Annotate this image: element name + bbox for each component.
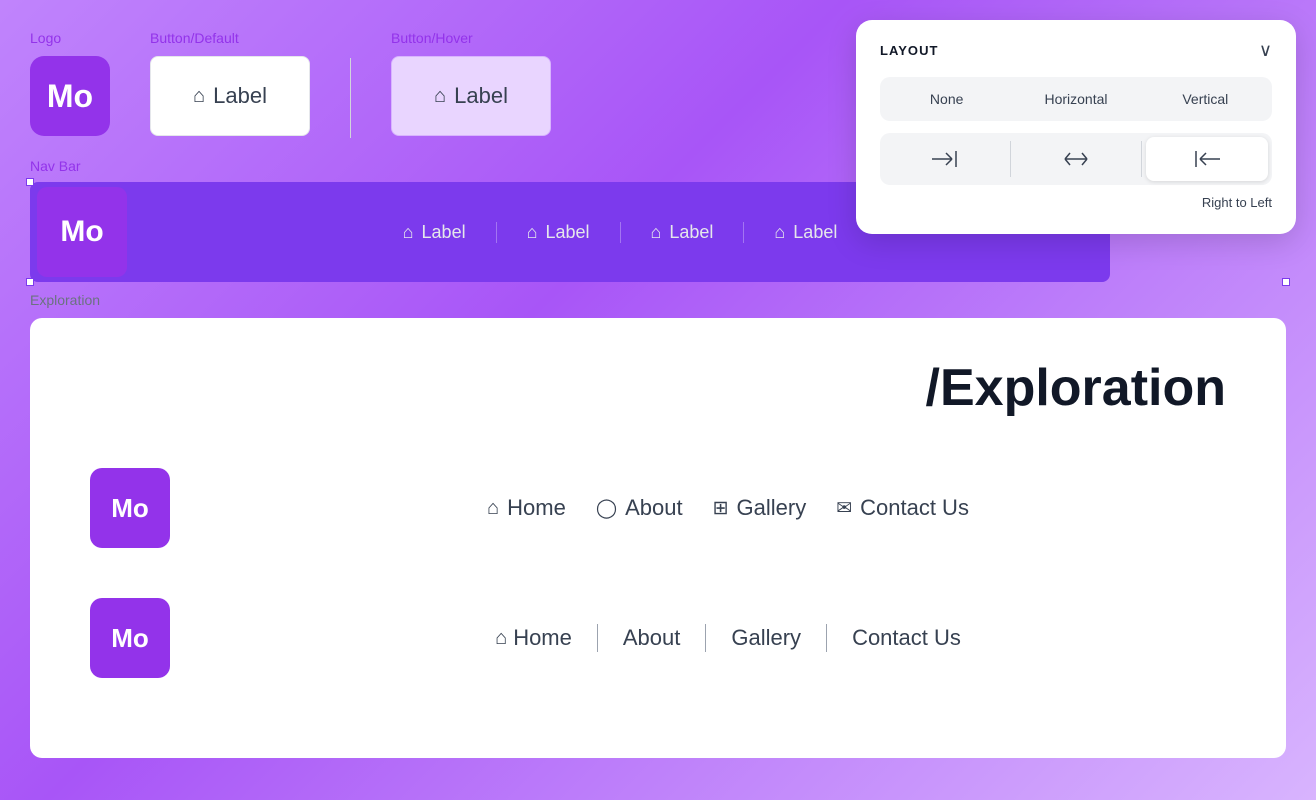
navbar-item-2[interactable]: ⌂ Label [497,222,621,243]
logo-component: Logo Mo [30,30,110,136]
panel-title: LAYOUT [880,43,939,58]
navbar-item-4[interactable]: ⌂ Label [744,222,867,243]
nav-row-2: Mo ⌂ Home About Gallery [90,588,1226,688]
exploration-card: /Exploration Mo ⌂ Home ◯ About ⊞ [30,318,1286,758]
button-default-label: Button/Default [150,30,239,46]
layout-options: None Horizontal Vertical [880,77,1272,121]
collapse-icon[interactable]: ∨ [1259,40,1272,61]
button-default[interactable]: ⌂ Label [150,56,310,136]
layout-panel: LAYOUT ∨ None Horizontal Vertical [856,20,1296,234]
nav-row2-contact[interactable]: Contact Us [827,625,986,651]
direction-right-to-left[interactable] [1146,137,1268,181]
nav-row2-gallery[interactable]: Gallery [706,625,826,651]
direction-separator-2 [1141,141,1142,177]
nav-row2-contact-label: Contact Us [852,625,961,651]
button-default-component: Button/Default ⌂ Label [150,30,310,136]
nav-row1-logo: Mo [90,468,170,548]
navbar-item-1-label: Label [422,222,466,243]
nav-row1-about-label: About [625,495,683,521]
user-icon-r1: ◯ [596,497,617,520]
panel-header: LAYOUT ∨ [880,40,1272,61]
navbar-item-2-label: Label [545,222,589,243]
gallery-icon-r1: ⊞ [713,497,729,520]
navbar-logo: Mo [37,187,127,277]
home-icon-r2: ⌂ [495,627,507,650]
mail-icon-r1: ✉ [836,497,852,520]
logo-box: Mo [30,56,110,136]
exploration-section: Exploration /Exploration Mo ⌂ Home ◯ Abo… [30,292,1286,758]
button-hover-icon: ⌂ [434,85,446,108]
direction-options [880,133,1272,185]
home-icon-4: ⌂ [774,222,785,243]
layout-option-horizontal[interactable]: Horizontal [1013,81,1138,117]
home-icon-r1: ⌂ [487,497,499,520]
nav-row1-home-label: Home [507,495,566,521]
button-hover[interactable]: ⌂ Label [391,56,551,136]
vertical-divider [350,58,351,138]
direction-separator-1 [1010,141,1011,177]
nav-row2-home[interactable]: ⌂ Home [470,625,597,651]
nav-row1-logo-text: Mo [111,493,149,524]
nav-row1-items: ⌂ Home ◯ About ⊞ Gallery ✉ Contact Us [230,495,1226,521]
nav-row2-logo: Mo [90,598,170,678]
home-icon-3: ⌂ [651,222,662,243]
navbar-item-4-label: Label [793,222,837,243]
layout-option-none[interactable]: None [884,81,1009,117]
navbar-item-3-label: Label [669,222,713,243]
nav-row2-home-label: Home [513,625,572,651]
nav-row1-contact-label: Contact Us [860,495,969,521]
nav-row1-about[interactable]: ◯ About [596,495,683,521]
exploration-title: /Exploration [90,358,1226,418]
nav-row1-gallery-label: Gallery [737,495,807,521]
nav-row1-contact[interactable]: ✉ Contact Us [836,495,969,521]
button-default-text: Label [213,83,267,109]
home-icon-2: ⌂ [527,222,538,243]
button-default-icon: ⌂ [193,85,205,108]
home-icon: ⌂ [403,222,414,243]
nav-row2-about-label: About [623,625,681,651]
nav-row1-home[interactable]: ⌂ Home [487,495,566,521]
button-hover-label: Button/Hover [391,30,473,46]
button-hover-component: Button/Hover ⌂ Label [391,30,551,136]
exploration-section-label: Exploration [30,292,1286,308]
button-hover-text: Label [454,83,508,109]
navbar-item-3[interactable]: ⌂ Label [621,222,745,243]
direction-left-to-right[interactable] [884,137,1006,181]
navbar-item-1[interactable]: ⌂ Label [373,222,497,243]
direction-center[interactable] [1015,137,1137,181]
logo-text: Mo [47,78,93,115]
logo-component-label: Logo [30,30,61,46]
navbar-logo-text: Mo [60,215,103,249]
nav-row2-gallery-label: Gallery [731,625,801,651]
nav-row2-items: ⌂ Home About Gallery Contact Us [230,624,1226,652]
direction-label: Right to Left [880,195,1272,210]
layout-option-vertical[interactable]: Vertical [1143,81,1268,117]
nav-row1-gallery[interactable]: ⊞ Gallery [713,495,807,521]
nav-row2-logo-text: Mo [111,623,149,654]
nav-row2-about[interactable]: About [598,625,706,651]
nav-row-1: Mo ⌂ Home ◯ About ⊞ Gallery [90,458,1226,558]
